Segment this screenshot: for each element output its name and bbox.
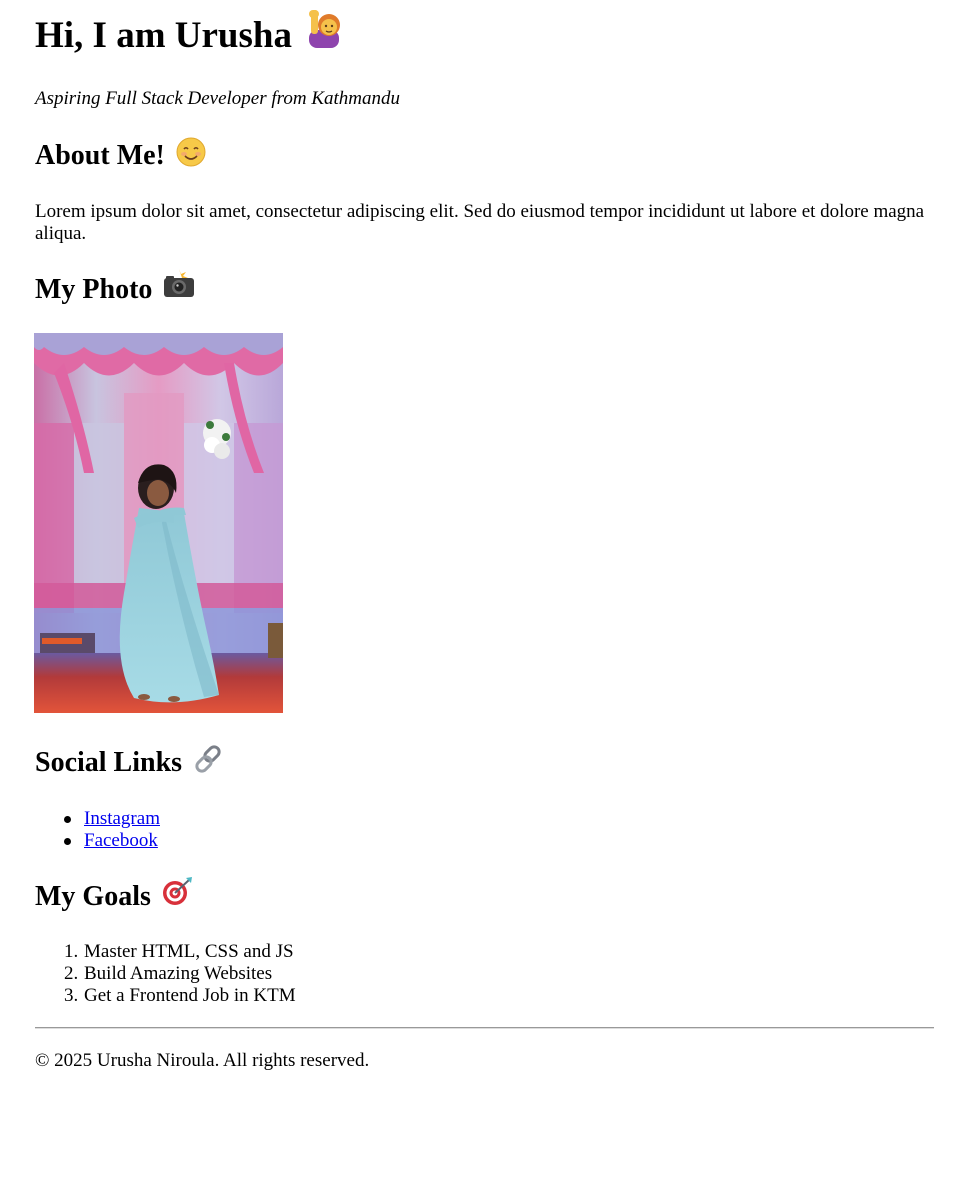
goal-label: Build Amazing Websites (84, 963, 273, 984)
about-heading: About Me! (35, 137, 206, 172)
bullet-icon (64, 816, 71, 823)
photo-heading: My Photo (35, 269, 195, 306)
goal-number: 3. (64, 985, 79, 1006)
raising-hand-woman-icon (305, 8, 345, 48)
instagram-link[interactable]: Instagram (84, 808, 160, 829)
social-links-list: Instagram Facebook (64, 808, 160, 852)
page: Hi, I am Urusha Aspiring Full Stack Deve… (0, 0, 978, 1180)
goal-label: Get a Frontend Job in KTM (84, 985, 296, 1006)
about-heading-text: About Me! (35, 140, 165, 171)
goal-number: 2. (64, 963, 79, 984)
smiling-face-icon (176, 137, 206, 167)
social-link-item: Facebook (64, 830, 160, 852)
camera-flash-icon (163, 269, 195, 299)
page-title: Hi, I am Urusha (35, 10, 345, 58)
tagline: Aspiring Full Stack Developer from Kathm… (35, 88, 400, 109)
bullet-icon (64, 838, 71, 845)
social-heading: Social Links (35, 744, 223, 779)
about-text: Lorem ipsum dolor sit amet, consectetur … (35, 201, 925, 244)
photo-heading-text: My Photo (35, 274, 153, 305)
social-link-item: Instagram (64, 808, 160, 830)
footer-divider (35, 1027, 934, 1029)
goal-label: Master HTML, CSS and JS (84, 941, 294, 962)
social-heading-text: Social Links (35, 747, 183, 778)
goals-heading: My Goals (35, 877, 194, 913)
goal-item: 1. Master HTML, CSS and JS (64, 941, 296, 963)
link-icon (193, 744, 223, 774)
goal-number: 1. (64, 941, 79, 962)
title-text: Hi, I am Urusha (35, 15, 292, 56)
facebook-link[interactable]: Facebook (84, 830, 158, 851)
goals-heading-text: My Goals (35, 881, 151, 912)
goal-item: 3. Get a Frontend Job in KTM (64, 985, 296, 1007)
goal-item: 2. Build Amazing Websites (64, 963, 296, 985)
goals-list: 1. Master HTML, CSS and JS 2. Build Amaz… (64, 941, 296, 1007)
footer-copyright: © 2025 Urusha Niroula. All rights reserv… (35, 1050, 370, 1071)
target-icon (162, 876, 194, 906)
profile-photo (34, 333, 283, 713)
